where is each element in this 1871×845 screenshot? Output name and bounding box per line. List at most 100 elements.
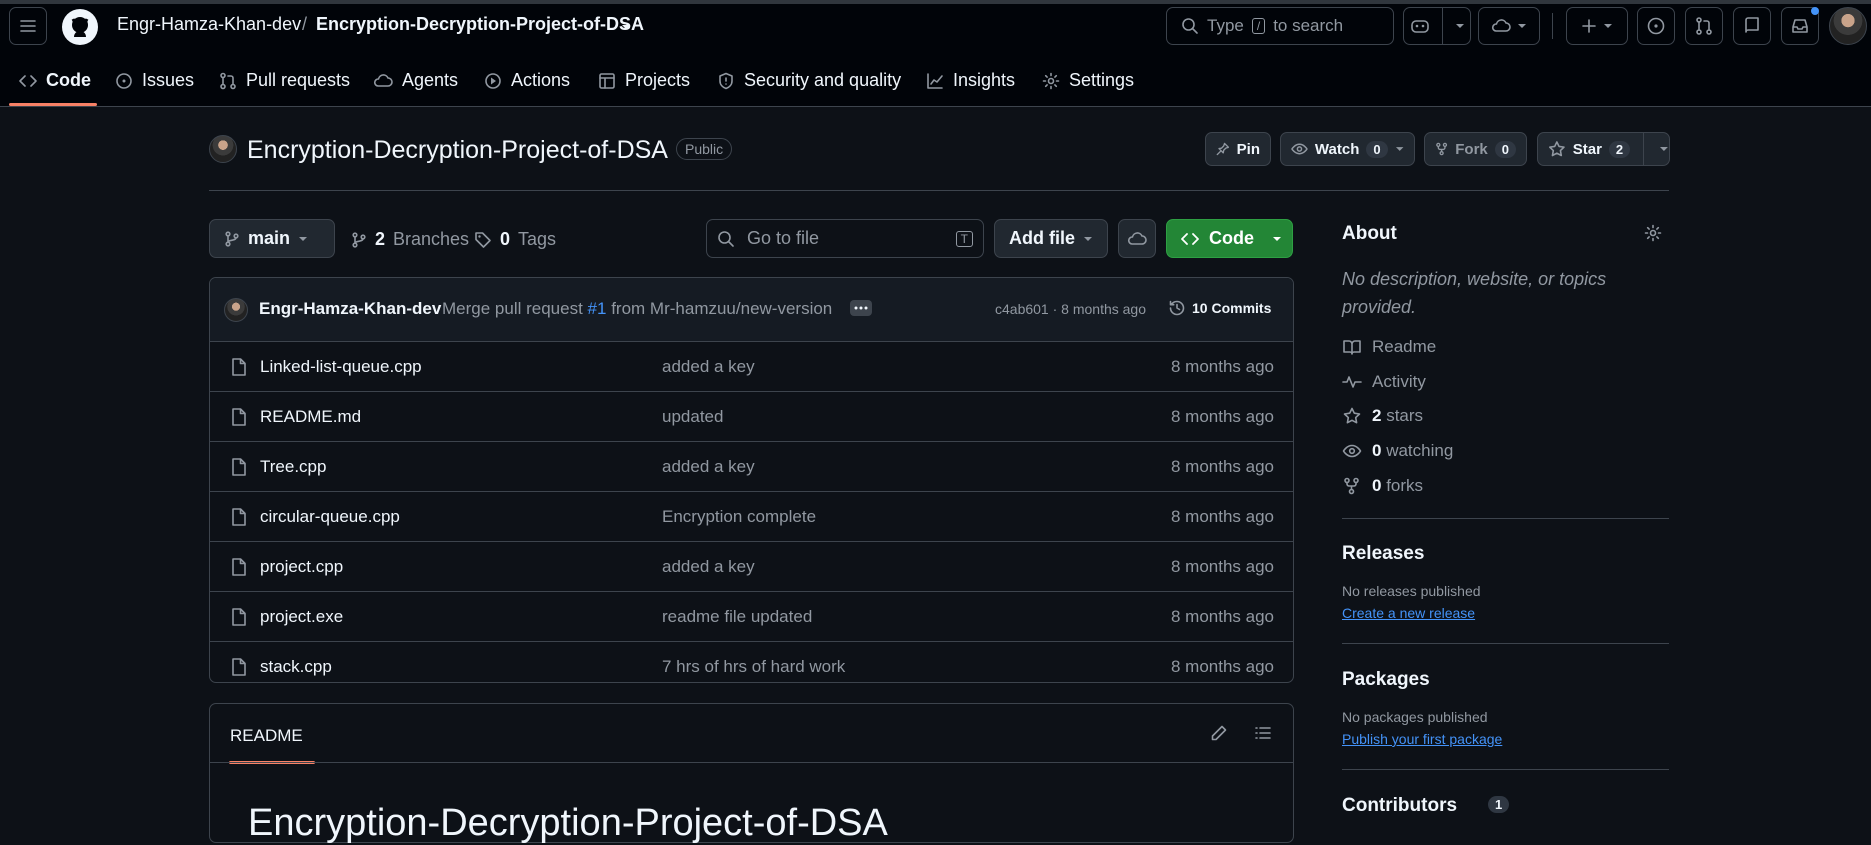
file-commit-message[interactable]: Encryption complete xyxy=(662,507,816,527)
contributors-title[interactable]: Contributors xyxy=(1342,795,1457,817)
tab-code[interactable]: Code xyxy=(19,58,91,103)
tab-issues[interactable]: Issues xyxy=(115,58,194,103)
github-logo-icon[interactable] xyxy=(62,9,98,45)
file-row[interactable]: Tree.cpp added a key 8 months ago xyxy=(210,442,1293,492)
commits-link[interactable]: 10 Commits xyxy=(1168,299,1271,317)
tab-settings[interactable]: Settings xyxy=(1042,58,1134,103)
file-commit-message[interactable]: updated xyxy=(662,407,723,427)
chevron-down-icon xyxy=(1455,24,1464,28)
file-time: 8 months ago xyxy=(1170,456,1274,476)
chevron-down-icon[interactable] xyxy=(1659,144,1669,154)
releases-title[interactable]: Releases xyxy=(1342,543,1424,565)
forks-count: 0 xyxy=(1372,476,1382,495)
file-row[interactable]: project.exe readme file updated 8 months… xyxy=(210,592,1293,642)
watching-link[interactable]: 0 watching xyxy=(1342,441,1453,461)
owner-avatar[interactable] xyxy=(209,135,237,163)
tab-pull-requests[interactable]: Pull requests xyxy=(219,58,350,103)
fork-icon xyxy=(1344,477,1359,495)
pin-icon xyxy=(1216,142,1230,156)
packages-title[interactable]: Packages xyxy=(1342,669,1430,691)
issues-button[interactable] xyxy=(1637,7,1675,45)
branches-count: 2 xyxy=(375,229,386,249)
add-file-button[interactable]: Add file xyxy=(994,219,1108,258)
file-name[interactable]: project.cpp xyxy=(260,557,343,577)
fork-count: 0 xyxy=(1494,140,1516,158)
pin-button[interactable]: Pin xyxy=(1205,132,1271,166)
file-commit-message[interactable]: added a key xyxy=(662,457,755,477)
about-title: About xyxy=(1342,223,1397,244)
file-commit-message[interactable]: readme file updated xyxy=(662,607,812,627)
forks-link[interactable]: 0 forks xyxy=(1342,476,1423,496)
file-row[interactable]: README.md updated 8 months ago xyxy=(210,392,1293,442)
file-name[interactable]: stack.cpp xyxy=(260,657,332,677)
branch-icon xyxy=(352,231,366,248)
fork-button[interactable]: Fork 0 xyxy=(1424,132,1527,166)
create-new-button[interactable] xyxy=(1566,7,1628,45)
repo-link[interactable]: Encryption-Decryption-Project-of-DSA xyxy=(316,14,644,35)
repositories-button[interactable] xyxy=(1733,7,1771,45)
tab-agents[interactable]: Agents xyxy=(373,58,458,103)
file-name[interactable]: Linked-list-queue.cpp xyxy=(260,357,422,377)
repo-chevron-down-icon[interactable] xyxy=(620,21,632,33)
codespaces-button[interactable] xyxy=(1478,7,1540,45)
notification-dot xyxy=(1811,7,1819,15)
codespace-button[interactable] xyxy=(1118,219,1156,258)
file-name[interactable]: project.exe xyxy=(260,607,343,627)
commit-hash-time[interactable]: c4ab601 · 8 months ago xyxy=(995,301,1146,317)
commit-author-avatar[interactable] xyxy=(224,298,248,322)
readme-tab[interactable]: README xyxy=(230,726,303,746)
commit-author[interactable]: Engr-Hamza-Khan-dev xyxy=(259,299,441,319)
user-avatar[interactable] xyxy=(1829,7,1867,45)
readme-link[interactable]: Readme xyxy=(1342,337,1436,357)
code-icon xyxy=(1181,232,1199,245)
stars-link[interactable]: 2 stars xyxy=(1342,406,1423,426)
file-row[interactable]: stack.cpp 7 hrs of hrs of hard work 8 mo… xyxy=(210,642,1293,682)
menu-button[interactable] xyxy=(9,7,47,45)
branches-link[interactable]: 2 Branches xyxy=(351,229,469,250)
file-name[interactable]: Tree.cpp xyxy=(260,457,326,477)
tab-security[interactable]: Security and quality xyxy=(717,58,901,103)
commit-pr-link[interactable]: #1 xyxy=(588,299,607,318)
star-button[interactable]: Star 2 xyxy=(1537,132,1670,166)
activity-link[interactable]: Activity xyxy=(1342,372,1426,392)
create-release-link[interactable]: Create a new release xyxy=(1342,605,1475,621)
expand-commit-button[interactable] xyxy=(850,300,872,316)
repo-title[interactable]: Encryption-Decryption-Project-of-DSA xyxy=(247,136,668,165)
file-commit-message[interactable]: added a key xyxy=(662,557,755,577)
pull-requests-button[interactable] xyxy=(1685,7,1723,45)
file-commit-message[interactable]: 7 hrs of hrs of hard work xyxy=(662,657,845,677)
releases-divider xyxy=(1342,643,1669,644)
tab-insights[interactable]: Insights xyxy=(926,58,1015,103)
tags-link[interactable]: 0 Tags xyxy=(474,229,556,250)
watch-count: 0 xyxy=(1366,140,1388,158)
file-icon xyxy=(232,557,246,576)
copilot-icon xyxy=(1410,20,1429,33)
file-name[interactable]: circular-queue.cpp xyxy=(260,507,400,527)
watch-button[interactable]: Watch 0 xyxy=(1280,132,1415,166)
file-time: 8 months ago xyxy=(1170,356,1274,376)
file-name[interactable]: README.md xyxy=(260,407,361,427)
code-dropdown-button[interactable]: Code xyxy=(1166,219,1293,258)
tab-actions[interactable]: Actions xyxy=(484,58,570,103)
file-commit-message[interactable]: added a key xyxy=(662,357,755,377)
tab-actions-label: Actions xyxy=(511,70,571,90)
search-input[interactable]: Type / to search xyxy=(1166,7,1394,45)
path-separator: / xyxy=(302,14,308,34)
go-to-file-shortcut: T xyxy=(955,230,973,247)
gear-icon[interactable] xyxy=(1644,224,1662,242)
pulse-icon xyxy=(1342,376,1362,388)
file-row[interactable]: Linked-list-queue.cpp added a key 8 mont… xyxy=(210,342,1293,392)
pencil-icon[interactable] xyxy=(1210,724,1228,742)
header-divider xyxy=(209,190,1669,191)
go-to-file-input[interactable]: Go to file T xyxy=(706,219,984,258)
list-icon[interactable] xyxy=(1254,724,1272,742)
copilot-button[interactable] xyxy=(1403,7,1471,45)
commit-message[interactable]: Merge pull request #1 from Mr-hamzuu/new… xyxy=(442,299,832,319)
owner-link[interactable]: Engr-Hamza-Khan-dev xyxy=(117,14,301,35)
branch-selector[interactable]: main xyxy=(209,219,335,258)
tab-projects[interactable]: Projects xyxy=(598,58,690,103)
file-row[interactable]: circular-queue.cpp Encryption complete 8… xyxy=(210,492,1293,542)
hamburger-icon xyxy=(20,20,36,32)
file-row[interactable]: project.cpp added a key 8 months ago xyxy=(210,542,1293,592)
publish-package-link[interactable]: Publish your first package xyxy=(1342,731,1502,747)
